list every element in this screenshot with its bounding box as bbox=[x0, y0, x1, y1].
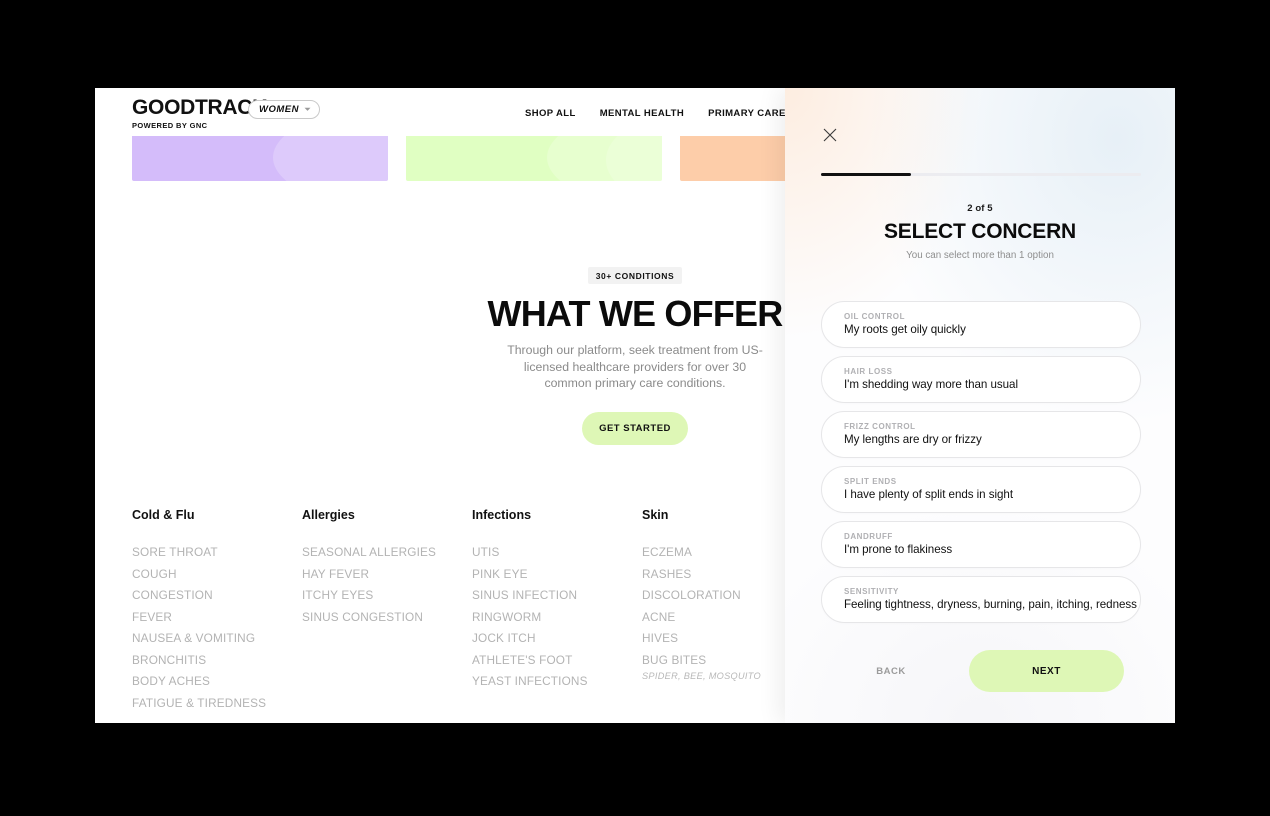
condition-item[interactable]: SORE THROAT bbox=[132, 545, 302, 559]
quiz-option-description: My roots get oily quickly bbox=[844, 323, 966, 336]
conditions-column-heading: Allergies bbox=[302, 508, 355, 522]
quiz-option-tag: OIL CONTROL bbox=[844, 312, 906, 321]
quiz-footer: BACK NEXT bbox=[821, 650, 1141, 692]
next-button[interactable]: NEXT bbox=[969, 650, 1124, 692]
quiz-option-description: I'm shedding way more than usual bbox=[844, 378, 1018, 391]
condition-item[interactable]: FEVER bbox=[132, 610, 302, 624]
quiz-option-sensitivity[interactable]: SENSITIVITY Feeling tightness, dryness, … bbox=[821, 576, 1141, 623]
quiz-option-description: Feeling tightness, dryness, burning, pai… bbox=[844, 598, 1137, 611]
condition-item[interactable]: YEAST INFECTIONS bbox=[472, 674, 642, 688]
quiz-option-list: OIL CONTROL My roots get oily quickly HA… bbox=[821, 301, 1141, 623]
quiz-modal-panel: 2 of 5 SELECT CONCERN You can select mor… bbox=[785, 88, 1175, 723]
segment-dropdown-label: WOMEN bbox=[259, 104, 299, 115]
condition-item[interactable]: CONGESTION bbox=[132, 588, 302, 602]
quiz-title: SELECT CONCERN bbox=[883, 220, 1077, 243]
brand-tagline: POWERED BY GNC bbox=[132, 121, 208, 130]
conditions-column-heading: Infections bbox=[472, 508, 532, 522]
back-button[interactable]: BACK bbox=[821, 666, 961, 677]
quiz-option-tag: DANDRUFF bbox=[844, 532, 893, 541]
quiz-option-hair-loss[interactable]: HAIR LOSS I'm shedding way more than usu… bbox=[821, 356, 1141, 403]
quiz-option-split-ends[interactable]: SPLIT ENDS I have plenty of split ends i… bbox=[821, 466, 1141, 513]
site-nav: SHOP ALL MENTAL HEALTH PRIMARY CARE bbox=[525, 108, 786, 119]
quiz-header: 2 of 5 SELECT CONCERN You can select mor… bbox=[785, 203, 1175, 261]
conditions-column-infections: Infections UTIS PINK EYE SINUS INFECTION… bbox=[472, 508, 642, 717]
condition-item[interactable]: SINUS CONGESTION bbox=[302, 610, 472, 624]
nav-item-mental-health[interactable]: MENTAL HEALTH bbox=[600, 108, 684, 119]
quiz-option-tag: SENSITIVITY bbox=[844, 587, 899, 596]
quiz-option-description: I'm prone to flakiness bbox=[844, 543, 953, 556]
close-icon[interactable] bbox=[821, 126, 839, 144]
quiz-option-description: I have plenty of split ends in sight bbox=[844, 488, 1013, 501]
quiz-option-tag: SPLIT ENDS bbox=[844, 477, 897, 486]
nav-item-shop-all[interactable]: SHOP ALL bbox=[525, 108, 576, 119]
condition-item[interactable]: BRONCHITIS bbox=[132, 653, 302, 667]
conditions-column-allergies: Allergies SEASONAL ALLERGIES HAY FEVER I… bbox=[302, 508, 472, 717]
hero-badge: 30+ CONDITIONS bbox=[587, 267, 683, 284]
condition-item[interactable]: UTIS bbox=[472, 545, 642, 559]
condition-item[interactable]: RINGWORM bbox=[472, 610, 642, 624]
category-tile-green[interactable] bbox=[406, 129, 662, 181]
tile-decoration bbox=[272, 129, 388, 181]
page-viewport: GOODTRACK POWERED BY GNC WOMEN SHOP ALL … bbox=[95, 88, 1175, 723]
nav-item-primary-care[interactable]: PRIMARY CARE bbox=[708, 108, 786, 119]
condition-item[interactable]: HAY FEVER bbox=[302, 567, 472, 581]
quiz-hint: You can select more than 1 option bbox=[906, 250, 1054, 261]
condition-item[interactable]: ITCHY EYES bbox=[302, 588, 472, 602]
condition-item[interactable]: ATHLETE'S FOOT bbox=[472, 653, 642, 667]
quiz-progress-fill bbox=[821, 173, 911, 176]
quiz-option-dandruff[interactable]: DANDRUFF I'm prone to flakiness bbox=[821, 521, 1141, 568]
condition-item[interactable]: JOCK ITCH bbox=[472, 631, 642, 645]
hero-subtitle: Through our platform, seek treatment fro… bbox=[507, 343, 763, 390]
condition-item[interactable]: SINUS INFECTION bbox=[472, 588, 642, 602]
quiz-option-frizz-control[interactable]: FRIZZ CONTROL My lengths are dry or friz… bbox=[821, 411, 1141, 458]
brand-logo[interactable]: GOODTRACK POWERED BY GNC bbox=[132, 97, 267, 130]
condition-item[interactable]: FATIGUE & TIREDNESS bbox=[132, 696, 302, 710]
condition-item[interactable]: COUGH bbox=[132, 567, 302, 581]
brand-name: GOODTRACK bbox=[132, 96, 267, 119]
conditions-column-heading: Cold & Flu bbox=[132, 508, 195, 522]
segment-dropdown-women[interactable]: WOMEN bbox=[248, 100, 320, 119]
quiz-option-oil-control[interactable]: OIL CONTROL My roots get oily quickly bbox=[821, 301, 1141, 348]
condition-item[interactable]: BODY ACHES bbox=[132, 674, 302, 688]
quiz-progress-bar[interactable] bbox=[821, 173, 1141, 176]
quiz-option-description: My lengths are dry or frizzy bbox=[844, 433, 982, 446]
category-tile-lavender[interactable] bbox=[132, 129, 388, 181]
quiz-option-tag: FRIZZ CONTROL bbox=[844, 422, 916, 431]
condition-item[interactable]: NAUSEA & VOMITING bbox=[132, 631, 302, 645]
quiz-step-counter: 2 of 5 bbox=[967, 203, 993, 214]
get-started-button[interactable]: GET STARTED bbox=[582, 411, 688, 445]
quiz-option-tag: HAIR LOSS bbox=[844, 367, 893, 376]
condition-item[interactable]: PINK EYE bbox=[472, 567, 642, 581]
condition-item[interactable]: SEASONAL ALLERGIES bbox=[302, 545, 472, 559]
conditions-column-cold-flu: Cold & Flu SORE THROAT COUGH CONGESTION … bbox=[132, 508, 302, 717]
chevron-down-icon bbox=[304, 106, 311, 113]
